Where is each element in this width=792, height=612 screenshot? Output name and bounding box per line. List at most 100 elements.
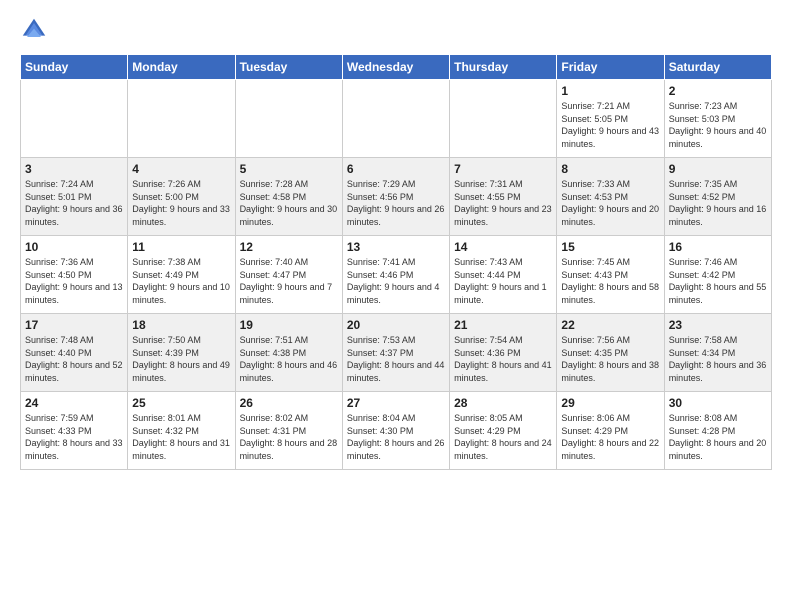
day-number: 12 — [240, 240, 338, 254]
day-cell: 22 Sunrise: 7:56 AM Sunset: 4:35 PM Dayli… — [557, 314, 664, 392]
day-cell: 9Sunrise: 7:35 AM Sunset: 4:52 PM Daylig… — [664, 158, 771, 236]
day-cell: 4 Sunrise: 7:26 AM Sunset: 5:00 PM Daylig… — [128, 158, 235, 236]
day-info: Sunrise: 7:24 AM Sunset: 5:01 PM Dayligh… — [25, 178, 123, 228]
day-info: Sunrise: 8:02 AM Sunset: 4:31 PM Dayligh… — [240, 412, 338, 462]
day-cell: 13Sunrise: 7:41 AM Sunset: 4:46 PM Dayli… — [342, 236, 449, 314]
day-cell: 12 Sunrise: 7:40 AM Sunset: 4:47 PM Dayli… — [235, 236, 342, 314]
day-cell: 11 Sunrise: 7:38 AM Sunset: 4:49 PM Dayli… — [128, 236, 235, 314]
day-number: 4 — [132, 162, 230, 176]
day-info: Sunrise: 7:36 AM Sunset: 4:50 PM Dayligh… — [25, 256, 123, 306]
header-row: SundayMondayTuesdayWednesdayThursdayFrid… — [21, 55, 772, 80]
header-cell-saturday: Saturday — [664, 55, 771, 80]
day-cell: 28 Sunrise: 8:05 AM Sunset: 4:29 PM Dayli… — [450, 392, 557, 470]
day-number: 1 — [561, 84, 659, 98]
header-cell-thursday: Thursday — [450, 55, 557, 80]
day-cell: 20 Sunrise: 7:53 AM Sunset: 4:37 PM Dayli… — [342, 314, 449, 392]
day-cell: 27 Sunrise: 8:04 AM Sunset: 4:30 PM Dayli… — [342, 392, 449, 470]
day-number: 23 — [669, 318, 767, 332]
day-cell: 15 Sunrise: 7:45 AM Sunset: 4:43 PM Dayli… — [557, 236, 664, 314]
day-number: 11 — [132, 240, 230, 254]
day-info: Sunrise: 7:50 AM Sunset: 4:39 PM Dayligh… — [132, 334, 230, 384]
day-number: 19 — [240, 318, 338, 332]
day-cell: 26 Sunrise: 8:02 AM Sunset: 4:31 PM Dayli… — [235, 392, 342, 470]
day-cell: 24Sunrise: 7:59 AM Sunset: 4:33 PM Dayli… — [21, 392, 128, 470]
day-info: Sunrise: 7:59 AM Sunset: 4:33 PM Dayligh… — [25, 412, 123, 462]
day-info: Sunrise: 7:56 AM Sunset: 4:35 PM Dayligh… — [561, 334, 659, 384]
day-cell: 1 Sunrise: 7:21 AM Sunset: 5:05 PM Daylig… — [557, 80, 664, 158]
day-info: Sunrise: 7:46 AM Sunset: 4:42 PM Dayligh… — [669, 256, 767, 306]
day-number: 5 — [240, 162, 338, 176]
day-number: 13 — [347, 240, 445, 254]
day-cell: 7 Sunrise: 7:31 AM Sunset: 4:55 PM Daylig… — [450, 158, 557, 236]
calendar-header: SundayMondayTuesdayWednesdayThursdayFrid… — [21, 55, 772, 80]
day-number: 18 — [132, 318, 230, 332]
calendar-body: 1 Sunrise: 7:21 AM Sunset: 5:05 PM Daylig… — [21, 80, 772, 470]
day-cell: 19 Sunrise: 7:51 AM Sunset: 4:38 PM Dayli… — [235, 314, 342, 392]
day-info: Sunrise: 7:31 AM Sunset: 4:55 PM Dayligh… — [454, 178, 552, 228]
header-cell-monday: Monday — [128, 55, 235, 80]
week-row-5: 24Sunrise: 7:59 AM Sunset: 4:33 PM Dayli… — [21, 392, 772, 470]
day-cell: 25Sunrise: 8:01 AM Sunset: 4:32 PM Dayli… — [128, 392, 235, 470]
day-cell — [21, 80, 128, 158]
day-info: Sunrise: 7:26 AM Sunset: 5:00 PM Dayligh… — [132, 178, 230, 228]
day-info: Sunrise: 7:29 AM Sunset: 4:56 PM Dayligh… — [347, 178, 445, 228]
day-number: 29 — [561, 396, 659, 410]
day-info: Sunrise: 8:06 AM Sunset: 4:29 PM Dayligh… — [561, 412, 659, 462]
day-cell — [342, 80, 449, 158]
week-row-1: 1 Sunrise: 7:21 AM Sunset: 5:05 PM Daylig… — [21, 80, 772, 158]
day-info: Sunrise: 7:23 AM Sunset: 5:03 PM Dayligh… — [669, 100, 767, 150]
day-number: 7 — [454, 162, 552, 176]
day-number: 27 — [347, 396, 445, 410]
day-number: 14 — [454, 240, 552, 254]
day-number: 10 — [25, 240, 123, 254]
day-cell: 8Sunrise: 7:33 AM Sunset: 4:53 PM Daylig… — [557, 158, 664, 236]
day-number: 17 — [25, 318, 123, 332]
day-cell — [235, 80, 342, 158]
logo-icon — [20, 16, 48, 44]
day-number: 20 — [347, 318, 445, 332]
calendar-table: SundayMondayTuesdayWednesdayThursdayFrid… — [20, 54, 772, 470]
day-info: Sunrise: 7:40 AM Sunset: 4:47 PM Dayligh… — [240, 256, 338, 306]
day-number: 28 — [454, 396, 552, 410]
day-cell: 21Sunrise: 7:54 AM Sunset: 4:36 PM Dayli… — [450, 314, 557, 392]
day-cell: 14 Sunrise: 7:43 AM Sunset: 4:44 PM Dayli… — [450, 236, 557, 314]
day-info: Sunrise: 7:21 AM Sunset: 5:05 PM Dayligh… — [561, 100, 659, 150]
header — [20, 16, 772, 44]
week-row-4: 17 Sunrise: 7:48 AM Sunset: 4:40 PM Dayli… — [21, 314, 772, 392]
day-info: Sunrise: 8:04 AM Sunset: 4:30 PM Dayligh… — [347, 412, 445, 462]
day-number: 15 — [561, 240, 659, 254]
day-cell: 30Sunrise: 8:08 AM Sunset: 4:28 PM Dayli… — [664, 392, 771, 470]
day-info: Sunrise: 8:08 AM Sunset: 4:28 PM Dayligh… — [669, 412, 767, 462]
header-cell-wednesday: Wednesday — [342, 55, 449, 80]
day-cell: 23Sunrise: 7:58 AM Sunset: 4:34 PM Dayli… — [664, 314, 771, 392]
day-cell — [450, 80, 557, 158]
page: SundayMondayTuesdayWednesdayThursdayFrid… — [0, 0, 792, 480]
day-info: Sunrise: 7:38 AM Sunset: 4:49 PM Dayligh… — [132, 256, 230, 306]
day-number: 16 — [669, 240, 767, 254]
day-info: Sunrise: 7:28 AM Sunset: 4:58 PM Dayligh… — [240, 178, 338, 228]
day-cell: 29 Sunrise: 8:06 AM Sunset: 4:29 PM Dayli… — [557, 392, 664, 470]
day-info: Sunrise: 7:48 AM Sunset: 4:40 PM Dayligh… — [25, 334, 123, 384]
day-cell: 17 Sunrise: 7:48 AM Sunset: 4:40 PM Dayli… — [21, 314, 128, 392]
day-info: Sunrise: 7:45 AM Sunset: 4:43 PM Dayligh… — [561, 256, 659, 306]
day-info: Sunrise: 7:35 AM Sunset: 4:52 PM Dayligh… — [669, 178, 767, 228]
day-number: 22 — [561, 318, 659, 332]
day-info: Sunrise: 7:53 AM Sunset: 4:37 PM Dayligh… — [347, 334, 445, 384]
week-row-3: 10 Sunrise: 7:36 AM Sunset: 4:50 PM Dayli… — [21, 236, 772, 314]
day-cell: 3 Sunrise: 7:24 AM Sunset: 5:01 PM Daylig… — [21, 158, 128, 236]
header-cell-friday: Friday — [557, 55, 664, 80]
day-number: 21 — [454, 318, 552, 332]
logo — [20, 16, 52, 44]
day-info: Sunrise: 7:51 AM Sunset: 4:38 PM Dayligh… — [240, 334, 338, 384]
day-number: 25 — [132, 396, 230, 410]
header-cell-sunday: Sunday — [21, 55, 128, 80]
day-cell: 10 Sunrise: 7:36 AM Sunset: 4:50 PM Dayli… — [21, 236, 128, 314]
day-number: 3 — [25, 162, 123, 176]
day-number: 8 — [561, 162, 659, 176]
day-info: Sunrise: 7:43 AM Sunset: 4:44 PM Dayligh… — [454, 256, 552, 306]
day-info: Sunrise: 8:05 AM Sunset: 4:29 PM Dayligh… — [454, 412, 552, 462]
day-cell: 6Sunrise: 7:29 AM Sunset: 4:56 PM Daylig… — [342, 158, 449, 236]
day-number: 26 — [240, 396, 338, 410]
day-cell: 16 Sunrise: 7:46 AM Sunset: 4:42 PM Dayli… — [664, 236, 771, 314]
header-cell-tuesday: Tuesday — [235, 55, 342, 80]
